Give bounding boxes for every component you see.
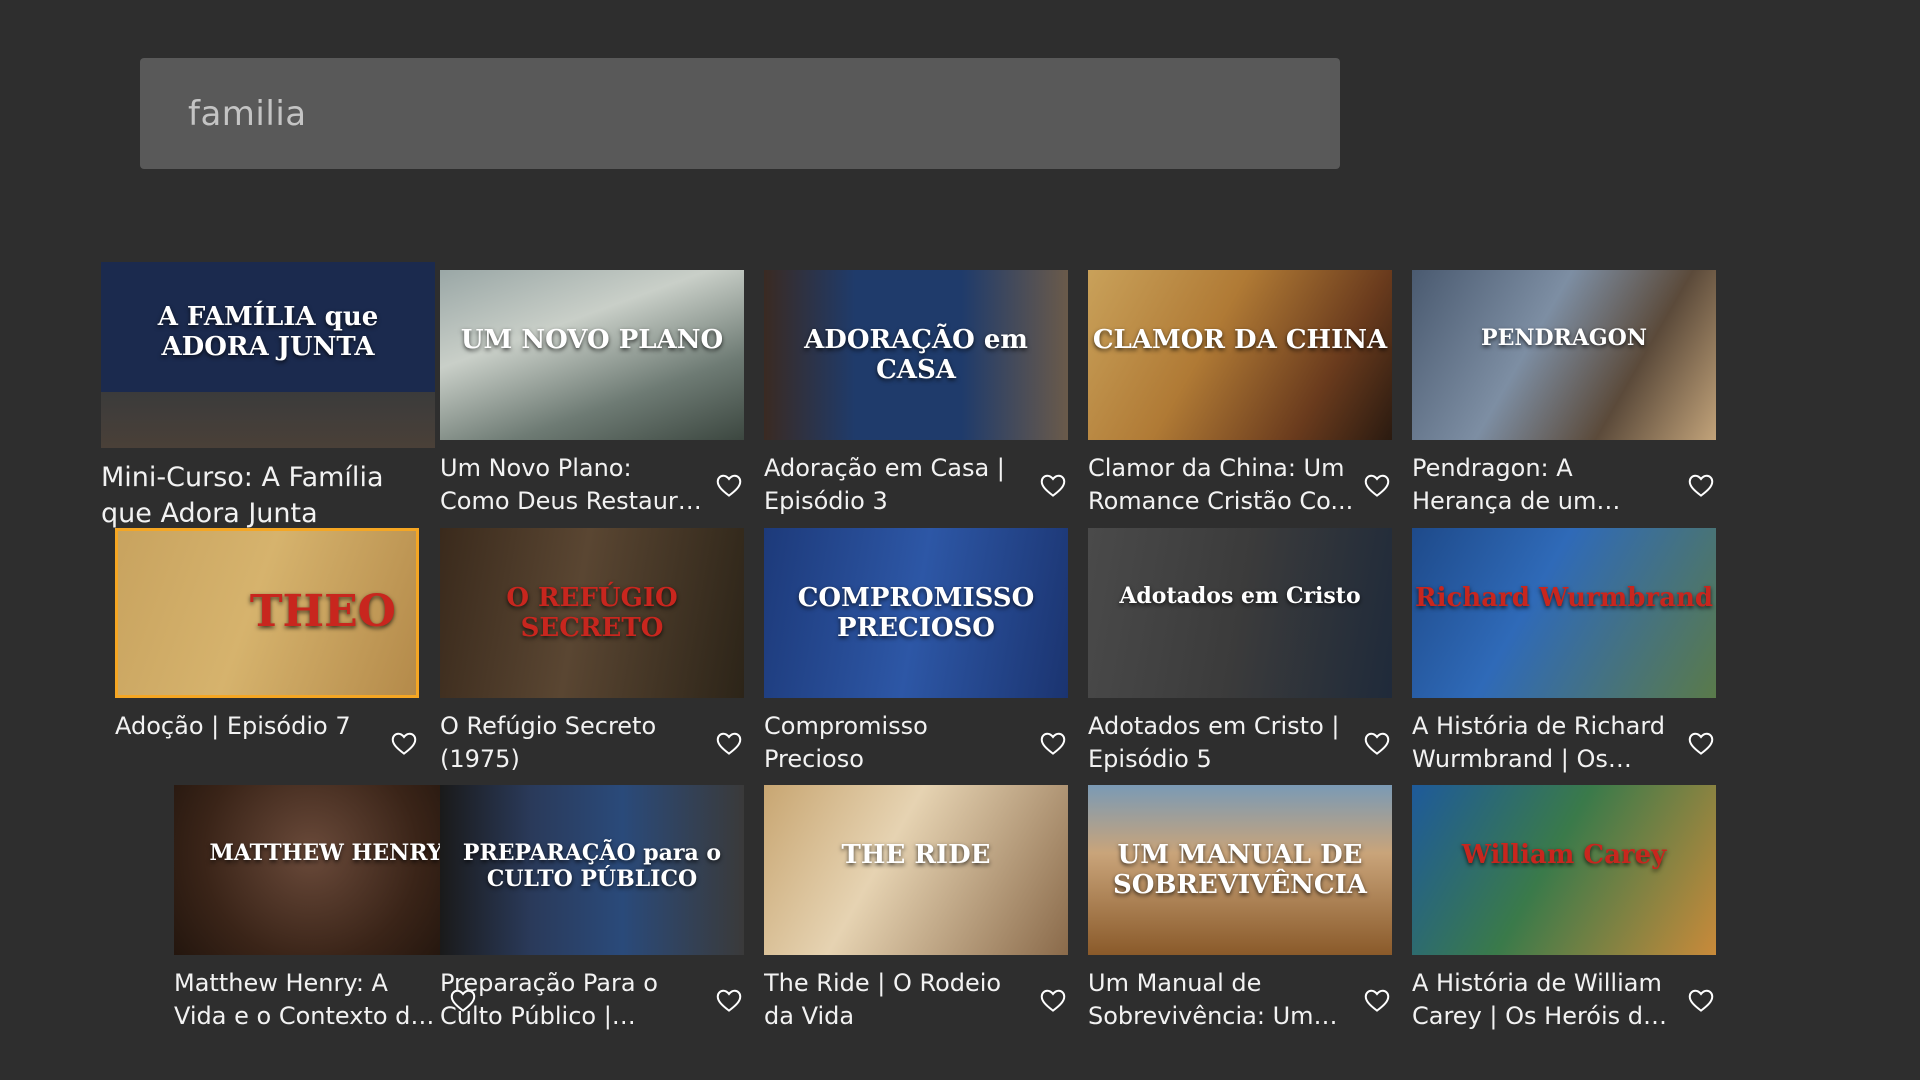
thumbnail-caption: A FAMÍLIA que ADORA JUNTA (157, 302, 379, 362)
favorite-heart-icon[interactable] (1686, 470, 1716, 500)
result-thumbnail[interactable]: COMPROMISSO PRECIOSO (764, 528, 1068, 698)
result-card[interactable]: PREPARAÇÃO para o CULTO PÚBLICO Preparaçã… (440, 785, 744, 1033)
result-card[interactable]: THEO Adoção | Episódio 7 (115, 528, 419, 758)
result-card[interactable]: O REFÚGIO SECRETO O Refúgio Secreto (1975… (440, 528, 744, 776)
result-title: Clamor da China: Um Romance Cristão Co..… (1088, 454, 1354, 515)
thumbnail-caption: Richard Wurmbrand (1414, 583, 1714, 613)
favorite-heart-icon[interactable] (714, 470, 744, 500)
result-title: Um Novo Plano: Como Deus Restaura Famíli… (440, 454, 693, 515)
result-thumbnail[interactable]: PREPARAÇÃO para o CULTO PÚBLICO (440, 785, 744, 955)
favorite-heart-icon[interactable] (1038, 728, 1068, 758)
result-card[interactable]: A FAMÍLIA que ADORA JUNTA Mini-Curso: A F… (101, 262, 435, 532)
thumbnail-caption: THEO (249, 586, 396, 637)
thumbnail-caption: ADORAÇÃO em CASA (804, 325, 1028, 385)
result-title: Matthew Henry: A Vida e o Contexto do Co… (174, 969, 426, 1030)
result-thumbnail[interactable]: Adotados em Cristo (1088, 528, 1392, 698)
result-title: Pendragon: A Herança de um Guerreiro (1412, 454, 1597, 515)
result-card[interactable]: Richard Wurmbrand A História de Richard W… (1412, 528, 1716, 776)
result-card[interactable]: COMPROMISSO PRECIOSO Compromisso Precioso (764, 528, 1068, 776)
result-title: The Ride | O Rodeio da Vida (764, 969, 1002, 1030)
result-thumbnail[interactable]: PENDRAGON (1412, 270, 1716, 440)
result-card[interactable]: UM NOVO PLANO Um Novo Plano: Como Deus Re… (440, 270, 744, 518)
result-title: Um Manual de Sobrevivência: Um Cl... (1088, 969, 1314, 1030)
favorite-heart-icon[interactable] (1038, 470, 1068, 500)
favorite-heart-icon[interactable] (1686, 728, 1716, 758)
result-title: A História de William Carey | Os Heróis … (1412, 969, 1662, 1030)
thumbnail-caption: UM MANUAL DE SOBREVIVÊNCIA (1113, 840, 1367, 900)
result-title: Adoção | Episódio 7 (115, 712, 351, 740)
thumbnail-caption: PREPARAÇÃO para o CULTO PÚBLICO (462, 840, 722, 892)
result-title: Mini-Curso: A Família que Adora Junta (101, 462, 384, 529)
favorite-heart-icon[interactable] (1362, 728, 1392, 758)
result-card[interactable]: William Carey A História de William Carey… (1412, 785, 1716, 1033)
result-title: O Refúgio Secreto (1975) (440, 712, 657, 773)
thumbnail-caption: CLAMOR DA CHINA (1092, 325, 1388, 355)
result-thumbnail[interactable]: THEO (115, 528, 419, 698)
thumbnail-caption: PENDRAGON (1481, 325, 1647, 351)
result-thumbnail[interactable]: Richard Wurmbrand (1412, 528, 1716, 698)
favorite-heart-icon[interactable] (1686, 985, 1716, 1015)
thumbnail-caption: THE RIDE (841, 840, 991, 870)
result-card[interactable]: CLAMOR DA CHINA Clamor da China: Um Roman… (1088, 270, 1392, 518)
result-thumbnail[interactable]: MATTHEW HENRY (174, 785, 478, 955)
result-card[interactable]: THE RIDE The Ride | O Rodeio da Vida (764, 785, 1068, 1033)
result-thumbnail[interactable]: UM NOVO PLANO (440, 270, 744, 440)
thumbnail-caption: UM NOVO PLANO (460, 325, 724, 355)
thumbnail-caption: COMPROMISSO PRECIOSO (797, 583, 1035, 643)
favorite-heart-icon[interactable] (714, 985, 744, 1015)
result-title: Compromisso Precioso (764, 712, 928, 773)
result-thumbnail[interactable]: William Carey (1412, 785, 1716, 955)
result-thumbnail[interactable]: THE RIDE (764, 785, 1068, 955)
thumbnail-caption: O REFÚGIO SECRETO (506, 583, 678, 643)
result-thumbnail[interactable]: O REFÚGIO SECRETO (440, 528, 744, 698)
result-title: A História de Richard Wurmbrand | Os Her… (1412, 712, 1665, 773)
result-card[interactable]: UM MANUAL DE SOBREVIVÊNCIA Um Manual de S… (1088, 785, 1392, 1033)
result-thumbnail[interactable]: CLAMOR DA CHINA (1088, 270, 1392, 440)
results-grid: A FAMÍLIA que ADORA JUNTA Mini-Curso: A F… (0, 0, 1920, 1080)
result-card[interactable]: PENDRAGON Pendragon: A Herança de um Guer… (1412, 270, 1716, 518)
thumbnail-caption: Adotados em Cristo (1119, 583, 1361, 609)
thumbnail-caption: MATTHEW HENRY (209, 840, 443, 866)
favorite-heart-icon[interactable] (1038, 985, 1068, 1015)
favorite-heart-icon[interactable] (389, 728, 419, 758)
favorite-heart-icon[interactable] (1362, 985, 1392, 1015)
result-thumbnail[interactable]: ADORAÇÃO em CASA (764, 270, 1068, 440)
result-card[interactable]: ADORAÇÃO em CASA Adoração em Casa | Episó… (764, 270, 1068, 518)
favorite-heart-icon[interactable] (714, 728, 744, 758)
favorite-heart-icon[interactable] (1362, 470, 1392, 500)
result-title: Adoração em Casa | Episódio 3 (764, 454, 1005, 515)
thumbnail-caption: William Carey (1461, 840, 1667, 870)
result-card[interactable]: Adotados em Cristo Adotados em Cristo | E… (1088, 528, 1392, 776)
result-thumbnail[interactable]: A FAMÍLIA que ADORA JUNTA (101, 262, 435, 448)
result-card[interactable]: MATTHEW HENRY Matthew Henry: A Vida e o C… (174, 785, 478, 1033)
result-title: Adotados em Cristo | Episódio 5 (1088, 712, 1340, 773)
result-thumbnail[interactable]: UM MANUAL DE SOBREVIVÊNCIA (1088, 785, 1392, 955)
result-title: Preparação Para o Culto Público | Episód… (440, 969, 658, 1030)
